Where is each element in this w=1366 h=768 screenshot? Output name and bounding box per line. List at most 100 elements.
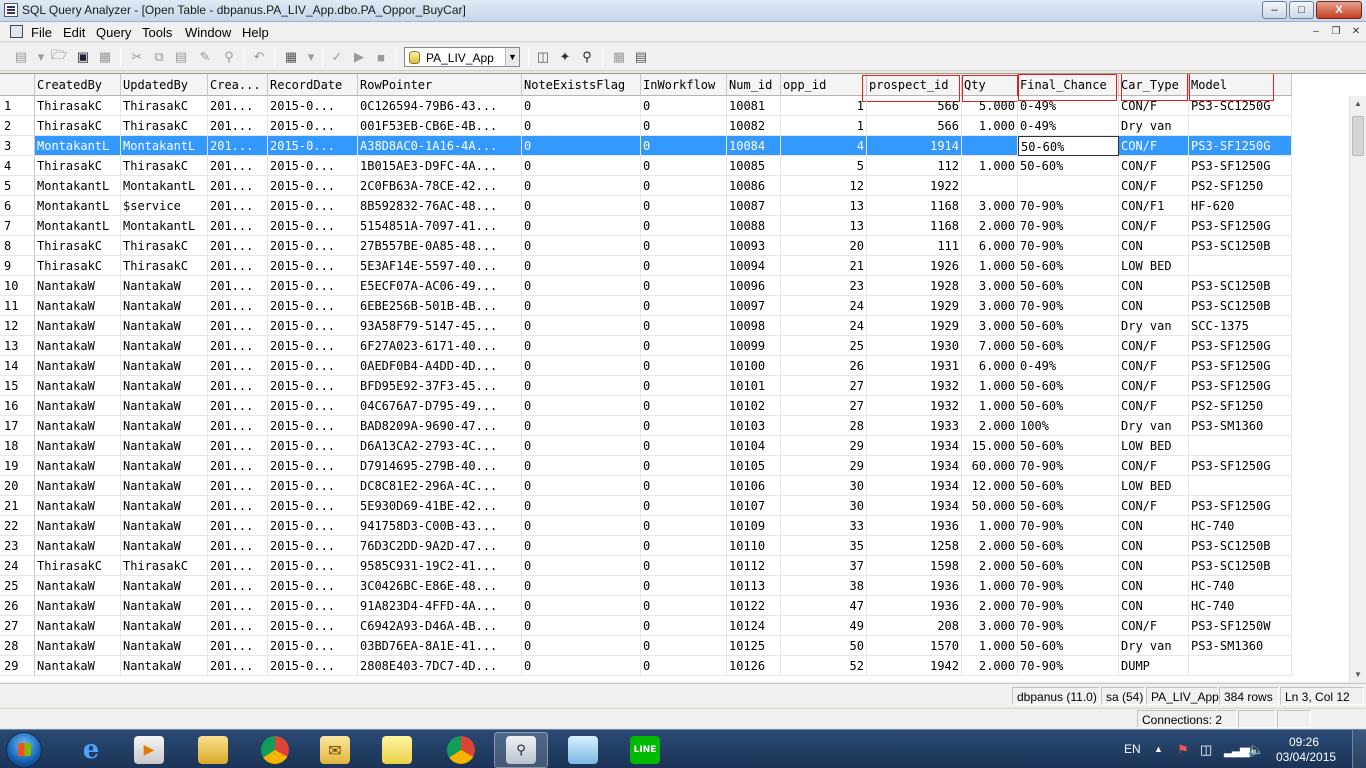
table-cell-car-type[interactable]: CON/F [1119,216,1189,236]
table-cell-final-chance[interactable]: 50-60% [1018,136,1119,156]
table-cell-qty[interactable]: 2.000 [962,556,1018,576]
table-cell-prospect-id[interactable]: 1914 [867,136,962,156]
table-cell-model[interactable]: SCC-1375 [1189,316,1292,336]
table-cell-updatedby[interactable]: NantakaW [121,576,208,596]
table-cell-final-chance[interactable]: 50-60% [1018,476,1119,496]
table-cell-opp-id[interactable]: 29 [781,436,867,456]
table-cell-opp-id[interactable]: 52 [781,656,867,676]
table-cell-updatedby[interactable]: MontakantL [121,176,208,196]
table-cell-rowpointer[interactable]: BFD95E92-37F3-45... [358,376,522,396]
table-cell-rowpointer[interactable]: BAD8209A-9690-47... [358,416,522,436]
table-cell-prospect-id[interactable]: 1932 [867,396,962,416]
mdi-minimize-button[interactable]: – [1308,24,1324,40]
column-header-noteexistsflag[interactable]: NoteExistsFlag [522,74,641,96]
table-cell-model[interactable]: PS3-SF1250G [1189,156,1292,176]
copy-icon[interactable]: ⧉ [150,48,168,66]
table-cell-model[interactable]: PS3-SF1250W [1189,616,1292,636]
table-cell-updatedby[interactable]: NantakaW [121,616,208,636]
table-cell-prospect-id[interactable]: 1926 [867,256,962,276]
table-cell-updatedby[interactable]: NantakaW [121,316,208,336]
table-cell-updatedby[interactable]: ThirasakC [121,256,208,276]
table-cell-recorddate[interactable]: 2015-0... [268,376,358,396]
database-select[interactable]: PA_LIV_App ▼ [404,47,520,67]
table-cell-prospect-id[interactable]: 1168 [867,216,962,236]
table-cell-inworkflow[interactable]: 0 [641,196,727,216]
table-cell-qty[interactable]: 3.000 [962,316,1018,336]
table-cell-prospect-id[interactable]: 1931 [867,356,962,376]
table-cell-crea[interactable]: 201... [208,636,268,656]
table-cell-opp-id[interactable]: 13 [781,216,867,236]
document-icon[interactable] [10,25,23,38]
table-cell-num-id[interactable]: 10086 [727,176,781,196]
table-cell-crea[interactable]: 201... [208,456,268,476]
table-cell-prospect-id[interactable]: 1936 [867,516,962,536]
table-cell-recorddate[interactable]: 2015-0... [268,316,358,336]
table-cell-rowpointer[interactable]: 9585C931-19C2-41... [358,556,522,576]
table-cell-qty[interactable]: 1.000 [962,116,1018,136]
table-cell-rowpointer[interactable]: 0C126594-79B6-43... [358,96,522,116]
table-cell-recorddate[interactable]: 2015-0... [268,536,358,556]
table-cell-recorddate[interactable]: 2015-0... [268,616,358,636]
table-cell-num-id[interactable]: 10097 [727,296,781,316]
table-cell-createdby[interactable]: NantakaW [35,416,121,436]
table-cell-rowpointer[interactable]: 5154851A-7097-41... [358,216,522,236]
table-cell-crea[interactable]: 201... [208,296,268,316]
row-number[interactable]: 4 [0,156,35,176]
minimize-button[interactable]: – [1262,1,1287,19]
taskbar-query-analyzer[interactable]: ⚲ [494,732,548,768]
table-cell-noteexistsflag[interactable]: 0 [522,156,641,176]
table-cell-recorddate[interactable]: 2015-0... [268,576,358,596]
table-cell-updatedby[interactable]: NantakaW [121,516,208,536]
table-cell-final-chance[interactable]: 50-60% [1018,376,1119,396]
table-cell-num-id[interactable]: 10088 [727,216,781,236]
table-cell-updatedby[interactable]: ThirasakC [121,96,208,116]
table-cell-car-type[interactable]: CON/F1 [1119,196,1189,216]
table-cell-model[interactable]: PS3-SF1250G [1189,356,1292,376]
table-cell-qty[interactable]: 15.000 [962,436,1018,456]
table-cell-crea[interactable]: 201... [208,496,268,516]
table-cell-car-type[interactable]: CON [1119,536,1189,556]
table-cell-final-chance[interactable]: 50-60% [1018,396,1119,416]
table-cell-rowpointer[interactable]: 76D3C2DD-9A2D-47... [358,536,522,556]
table-cell-recorddate[interactable]: 2015-0... [268,96,358,116]
table-cell-model[interactable] [1189,656,1292,676]
table-cell-car-type[interactable]: Dry van [1119,416,1189,436]
table-cell-final-chance[interactable]: 70-90% [1018,596,1119,616]
table-cell-updatedby[interactable]: NantakaW [121,296,208,316]
column-header-num-id[interactable]: Num_id [727,74,781,96]
table-cell-inworkflow[interactable]: 0 [641,156,727,176]
table-cell-recorddate[interactable]: 2015-0... [268,596,358,616]
new-query-icon[interactable]: ▤ [12,48,30,66]
table-cell-car-type[interactable]: CON/F [1119,496,1189,516]
table-cell-car-type[interactable]: CON/F [1119,136,1189,156]
table-cell-prospect-id[interactable]: 566 [867,96,962,116]
table-cell-prospect-id[interactable]: 1598 [867,556,962,576]
table-cell-car-type[interactable]: CON/F [1119,336,1189,356]
table-cell-final-chance[interactable]: 50-60% [1018,276,1119,296]
table-cell-final-chance[interactable]: 70-90% [1018,216,1119,236]
row-number[interactable]: 23 [0,536,35,556]
table-cell-createdby[interactable]: ThirasakC [35,256,121,276]
table-cell-qty[interactable]: 1.000 [962,516,1018,536]
table-cell-prospect-id[interactable]: 1934 [867,496,962,516]
table-cell-qty[interactable] [962,136,1018,156]
table-cell-noteexistsflag[interactable]: 0 [522,136,641,156]
table-cell-opp-id[interactable]: 26 [781,356,867,376]
table-cell-opp-id[interactable]: 5 [781,156,867,176]
table-cell-updatedby[interactable]: NantakaW [121,656,208,676]
table-cell-rowpointer[interactable]: DC8C81E2-296A-4C... [358,476,522,496]
table-cell-rowpointer[interactable]: 93A58F79-5147-45... [358,316,522,336]
table-cell-qty[interactable]: 2.000 [962,536,1018,556]
table-cell-final-chance[interactable]: 50-60% [1018,256,1119,276]
table-cell-prospect-id[interactable]: 1922 [867,176,962,196]
table-cell-model[interactable]: PS3-SC1250B [1189,236,1292,256]
table-cell-inworkflow[interactable]: 0 [641,136,727,156]
table-cell-createdby[interactable]: NantakaW [35,596,121,616]
table-cell-recorddate[interactable]: 2015-0... [268,336,358,356]
column-header-inworkflow[interactable]: InWorkflow [641,74,727,96]
menu-edit[interactable]: Edit [63,25,85,40]
table-cell-noteexistsflag[interactable]: 0 [522,356,641,376]
table-cell-prospect-id[interactable]: 1168 [867,196,962,216]
table-cell-createdby[interactable]: NantakaW [35,436,121,456]
table-cell-opp-id[interactable]: 4 [781,136,867,156]
